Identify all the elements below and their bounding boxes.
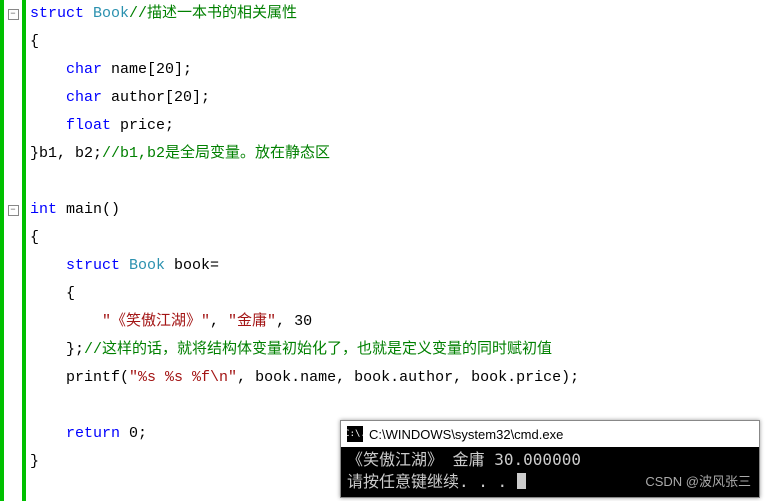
code-line: { <box>30 280 767 308</box>
code-line: float price; <box>30 112 767 140</box>
code-line: "《笑傲江湖》", "金庸", 30 <box>30 308 767 336</box>
cmd-icon: C:\. <box>347 426 363 442</box>
console-title: C:\WINDOWS\system32\cmd.exe <box>369 427 563 442</box>
code-line: { <box>30 224 767 252</box>
code-line: { <box>30 28 767 56</box>
code-line: printf("%s %s %f\n", book.name, book.aut… <box>30 364 767 392</box>
code-line: struct Book book= <box>30 252 767 280</box>
code-line: int main() <box>30 196 767 224</box>
console-titlebar[interactable]: C:\. C:\WINDOWS\system32\cmd.exe <box>341 421 759 447</box>
code-line: };//这样的话，就将结构体变量初始化了，也就是定义变量的同时赋初值 <box>30 336 767 364</box>
watermark-text: CSDN @波风张三 <box>645 471 751 493</box>
editor-gutter: − − <box>0 0 26 501</box>
fold-toggle-icon[interactable]: − <box>8 9 19 20</box>
cursor-icon <box>517 473 526 489</box>
fold-toggle-icon[interactable]: − <box>8 205 19 216</box>
code-line: char name[20]; <box>30 56 767 84</box>
code-line: char author[20]; <box>30 84 767 112</box>
code-line: }b1, b2;//b1,b2是全局变量。放在静态区 <box>30 140 767 168</box>
code-line <box>30 168 767 196</box>
console-output-line: 《笑傲江湖》 金庸 30.000000 <box>347 449 753 471</box>
console-window[interactable]: C:\. C:\WINDOWS\system32\cmd.exe 《笑傲江湖》 … <box>340 420 760 498</box>
code-line <box>30 392 767 420</box>
code-line: struct Book//描述一本书的相关属性 <box>30 0 767 28</box>
console-body: 《笑傲江湖》 金庸 30.000000 请按任意键继续. . . CSDN @波… <box>341 447 759 497</box>
